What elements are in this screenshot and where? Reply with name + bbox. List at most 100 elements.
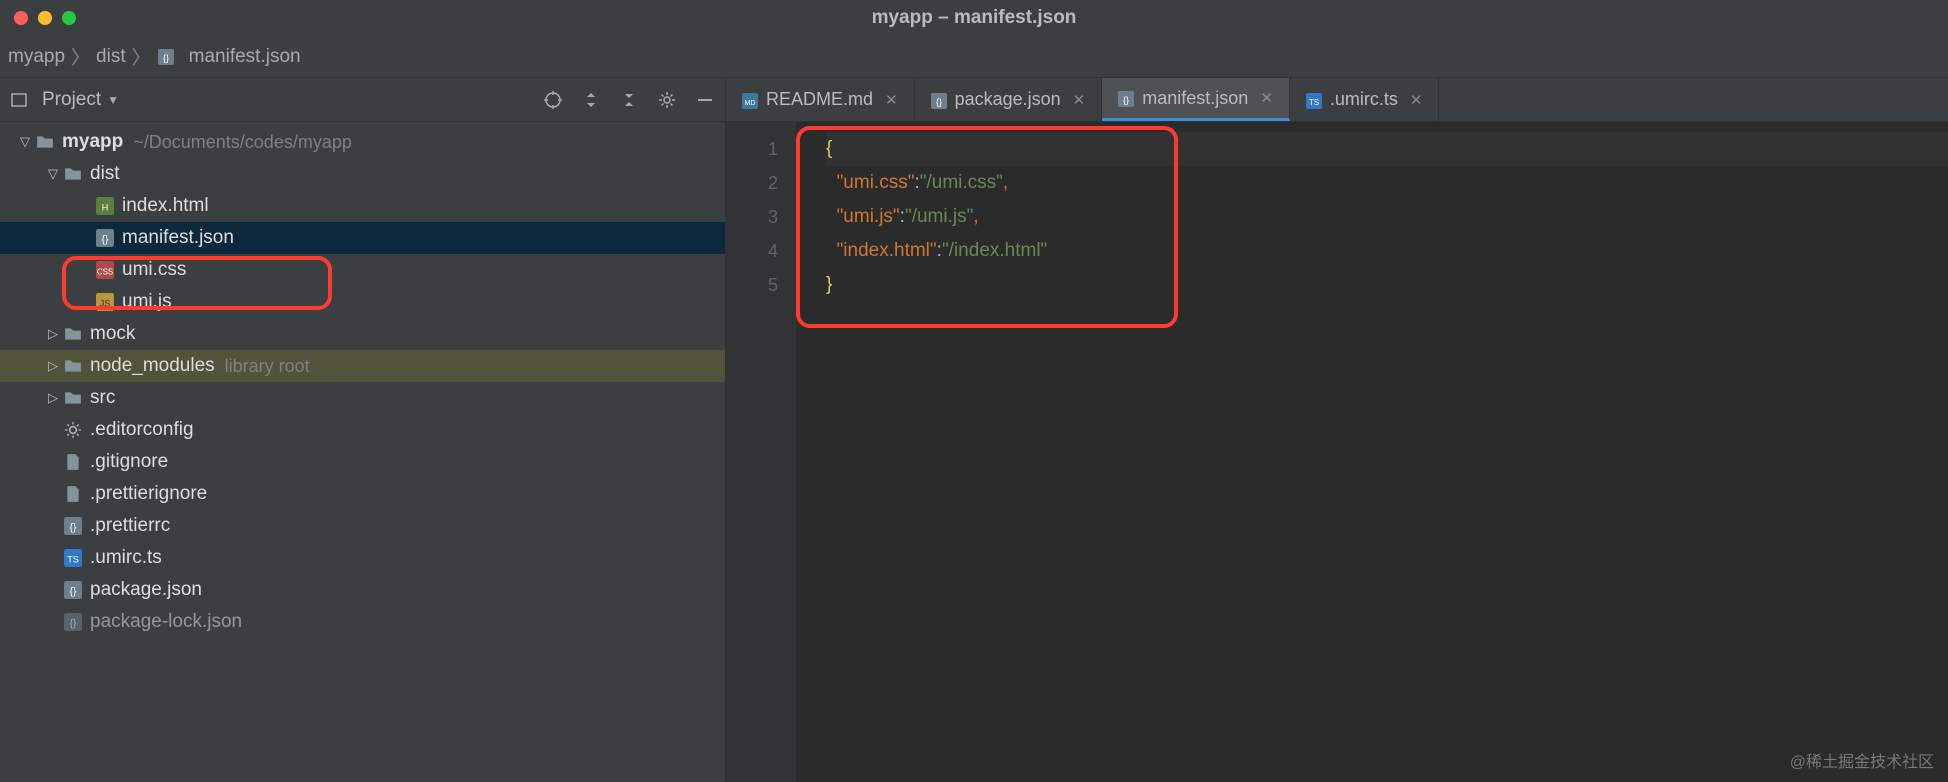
svg-text:TS: TS bbox=[67, 555, 79, 565]
tree-row-nodemod[interactable]: ▷ node_modules library root bbox=[0, 350, 725, 382]
hide-panel-icon[interactable] bbox=[695, 90, 715, 110]
file-icon bbox=[64, 453, 82, 471]
tree-row-manifest[interactable]: {} manifest.json bbox=[0, 222, 725, 254]
chevron-right-icon: 〉 bbox=[71, 43, 90, 70]
collapse-all-icon[interactable] bbox=[619, 90, 639, 110]
chevron-down-icon: ▼ bbox=[107, 93, 119, 107]
tab-manifest-json[interactable]: {} manifest.json ✕ bbox=[1102, 78, 1290, 121]
zoom-window-icon[interactable] bbox=[62, 11, 76, 25]
close-icon[interactable]: ✕ bbox=[885, 91, 898, 109]
tree-row-dist[interactable]: ▽ dist bbox=[0, 158, 725, 190]
tree-row-umijs[interactable]: JSumi.js bbox=[0, 286, 725, 318]
tree-row-prettierrc[interactable]: {} .prettierrc bbox=[0, 510, 725, 542]
tab-label: manifest.json bbox=[1142, 88, 1248, 109]
code-line: } bbox=[826, 268, 1948, 302]
svg-text:H: H bbox=[102, 203, 109, 213]
json-icon: {} bbox=[157, 48, 175, 66]
folder-icon bbox=[64, 357, 82, 375]
json-icon: {} bbox=[64, 613, 82, 631]
svg-text:{}: {} bbox=[163, 53, 169, 63]
project-tree[interactable]: ▽myapp~/Documents/codes/myapp▽distHindex… bbox=[0, 122, 725, 782]
gear-icon[interactable] bbox=[657, 90, 677, 110]
tab-package-json[interactable]: {}package.json✕ bbox=[915, 78, 1103, 121]
tree-row-pkg[interactable]: {} package.json bbox=[0, 574, 725, 606]
svg-text:{}: {} bbox=[102, 235, 109, 246]
window-controls bbox=[0, 11, 76, 25]
line-number: 5 bbox=[726, 268, 778, 302]
row-label: dist bbox=[90, 163, 120, 185]
row-label: .prettierignore bbox=[90, 483, 207, 505]
line-number: 1 bbox=[726, 132, 778, 166]
project-sidebar: Project ▼ ▽myapp~/Documents/codes/myapp▽… bbox=[0, 78, 726, 782]
row-label: umi.css bbox=[122, 259, 186, 281]
row-label: package.json bbox=[90, 579, 202, 601]
code-area[interactable]: 12345 { "umi.css": "/umi.css", "umi.js":… bbox=[726, 122, 1948, 782]
tree-row-root[interactable]: ▽ myapp ~/Documents/codes/myapp bbox=[0, 126, 725, 158]
js-icon: JS bbox=[96, 293, 114, 311]
sidebar-header: Project ▼ bbox=[0, 78, 725, 122]
titlebar: myapp – manifest.json bbox=[0, 0, 1948, 36]
breadcrumb-item[interactable]: myapp bbox=[8, 46, 65, 68]
chevron-right-icon: ▷ bbox=[46, 358, 60, 374]
code-line: "umi.css": "/umi.css", bbox=[826, 166, 1948, 200]
expand-all-icon[interactable] bbox=[581, 90, 601, 110]
tab-README-md[interactable]: MDREADME.md✕ bbox=[726, 78, 915, 121]
code-line: "index.html": "/index.html" bbox=[826, 234, 1948, 268]
row-hint: ~/Documents/codes/myapp bbox=[133, 132, 352, 153]
tree-row-umirc[interactable]: TS .umirc.ts bbox=[0, 542, 725, 574]
svg-text:{}: {} bbox=[1123, 95, 1129, 105]
tree-row-src[interactable]: ▷src bbox=[0, 382, 725, 414]
json-icon: {} bbox=[1118, 90, 1134, 106]
close-icon[interactable]: ✕ bbox=[1073, 91, 1086, 109]
close-icon[interactable]: ✕ bbox=[1410, 91, 1423, 109]
tree-row-umicss[interactable]: CSS umi.css bbox=[0, 254, 725, 286]
tree-row-indexhtml[interactable]: Hindex.html bbox=[0, 190, 725, 222]
editor-area: MDREADME.md✕{}package.json✕ {} manifest.js… bbox=[726, 78, 1948, 782]
row-label: manifest.json bbox=[122, 227, 234, 249]
chevron-down-icon: ▽ bbox=[18, 134, 32, 150]
svg-text:CSS: CSS bbox=[97, 268, 113, 277]
code-content[interactable]: { "umi.css": "/umi.css", "umi.js": "/umi… bbox=[796, 122, 1948, 782]
row-label: node_modules bbox=[90, 355, 215, 377]
code-line: { bbox=[826, 132, 1948, 166]
editor-tabs: MDREADME.md✕{}package.json✕ {} manifest.js… bbox=[726, 78, 1948, 122]
tree-row-pkglock[interactable]: {} package-lock.json bbox=[0, 606, 725, 638]
chevron-down-icon: ▽ bbox=[46, 166, 60, 182]
breadcrumb-item[interactable]: {} manifest.json bbox=[157, 46, 301, 68]
md-icon: MD bbox=[742, 92, 758, 108]
row-label: src bbox=[90, 387, 115, 409]
row-label: .umirc.ts bbox=[90, 547, 162, 569]
minimize-window-icon[interactable] bbox=[38, 11, 52, 25]
locate-icon[interactable] bbox=[543, 90, 563, 110]
html-icon: H bbox=[96, 197, 114, 215]
tree-row-editorcfg[interactable]: .editorconfig bbox=[0, 414, 725, 446]
svg-text:TS: TS bbox=[1309, 98, 1319, 107]
breadcrumb-item[interactable]: dist bbox=[96, 46, 126, 68]
window-title: myapp – manifest.json bbox=[872, 7, 1077, 29]
svg-text:{}: {} bbox=[70, 523, 77, 534]
row-label: index.html bbox=[122, 195, 209, 217]
row-label: myapp bbox=[62, 131, 123, 153]
json-icon: {} bbox=[96, 229, 114, 247]
close-icon[interactable]: ✕ bbox=[1260, 89, 1273, 107]
folder-icon bbox=[64, 165, 82, 183]
tree-row-gitignore[interactable]: .gitignore bbox=[0, 446, 725, 478]
sidebar-title[interactable]: Project ▼ bbox=[10, 89, 119, 111]
row-label: .editorconfig bbox=[90, 419, 194, 441]
row-hint: library root bbox=[225, 356, 310, 377]
breadcrumb: myapp 〉 dist 〉 {} manifest.json bbox=[0, 36, 1948, 78]
ts-icon: TS bbox=[64, 549, 82, 567]
svg-text:MD: MD bbox=[745, 100, 756, 107]
tab--umirc-ts[interactable]: TS.umirc.ts✕ bbox=[1290, 78, 1440, 121]
row-label: package-lock.json bbox=[90, 611, 242, 633]
tree-row-prettignore[interactable]: .prettierignore bbox=[0, 478, 725, 510]
tree-row-mock[interactable]: ▷mock bbox=[0, 318, 725, 350]
close-window-icon[interactable] bbox=[14, 11, 28, 25]
json-icon: {} bbox=[64, 581, 82, 599]
folder-icon bbox=[64, 389, 82, 407]
folder-icon bbox=[64, 325, 82, 343]
code-line: "umi.js": "/umi.js", bbox=[826, 200, 1948, 234]
row-label: .prettierrc bbox=[90, 515, 170, 537]
svg-text:{}: {} bbox=[70, 619, 77, 630]
file-icon bbox=[64, 485, 82, 503]
